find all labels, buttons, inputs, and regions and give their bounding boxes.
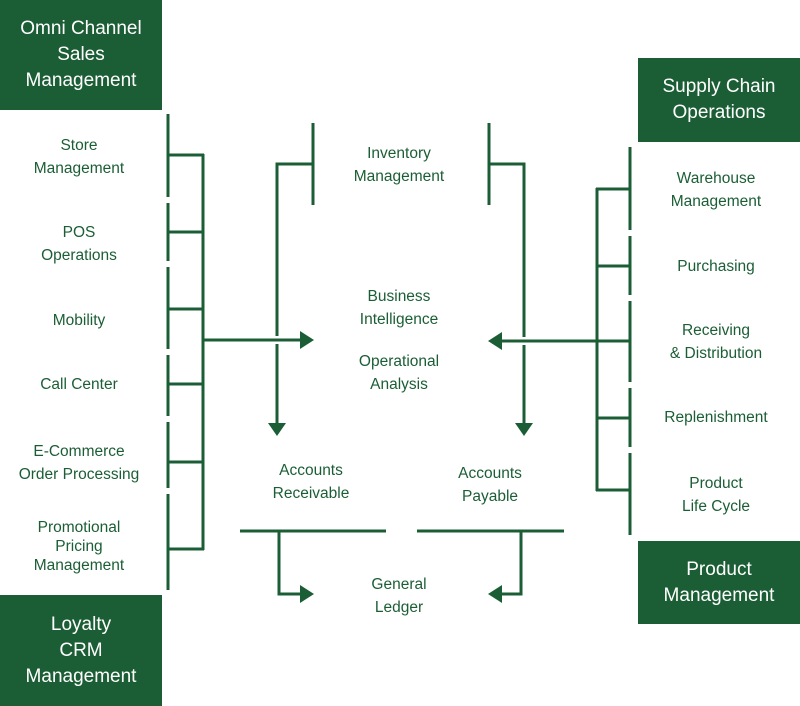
arrow-left-icon (488, 585, 502, 603)
accounts-receivable-label: Accounts Receivable (273, 459, 350, 505)
left-item-pos-operations: POS Operations (41, 221, 117, 267)
label-line: General (371, 576, 427, 593)
right-item-product-life-cycle: Product Life Cycle (682, 472, 750, 518)
accounts-payable-label: Accounts Payable (458, 462, 522, 508)
box-line: Operations (672, 102, 766, 123)
box-line: Product (686, 558, 752, 580)
label-line: Purchasing (677, 258, 755, 275)
label-line: Management (353, 168, 445, 185)
right-item-receiving-distribution: Receiving & Distribution (670, 319, 762, 365)
box-line: Supply Chain (662, 76, 776, 97)
general-ledger-label: General Ledger (371, 573, 426, 619)
label-line: Management (33, 557, 125, 574)
label-line: Accounts (458, 465, 522, 482)
label-line: Intelligence (359, 311, 439, 328)
box-line: Management (663, 584, 775, 606)
arrow-left-icon (488, 332, 502, 350)
ap-to-ledger-line (499, 531, 523, 596)
label-line: Order Processing (18, 466, 140, 483)
box-line: Loyalty (50, 613, 112, 635)
right-item-warehouse-management: Warehouse Management (671, 167, 761, 213)
left-item-mobility: Mobility (53, 309, 106, 332)
inventory-left-branch (275, 162, 313, 336)
box-line: Management (25, 665, 137, 687)
label-line: Receivable (272, 485, 350, 502)
left-item-ecommerce: E-Commerce Order Processing (19, 440, 140, 486)
label-line: Management (33, 160, 125, 177)
product-management-box: Product Management (638, 541, 800, 624)
inventory-right-branch (489, 162, 526, 337)
business-intelligence-label: Business Intelligence (360, 285, 438, 331)
label-line: Product (689, 475, 743, 492)
label-line: Replenishment (664, 409, 768, 426)
label-line: Operational (358, 353, 440, 370)
arrow-right-icon (300, 331, 314, 349)
label-line: Receiving (681, 322, 751, 339)
arrow-down-icon (515, 423, 533, 436)
label-line: Call Center (40, 376, 118, 393)
ar-to-ledger-line (277, 531, 302, 596)
label-line: Analysis (370, 376, 428, 393)
label-line: Promotional (37, 519, 121, 536)
operational-analysis-label: Operational Analysis (359, 350, 439, 396)
label-line: Life Cycle (681, 498, 751, 515)
loyalty-crm-box: Loyalty CRM Management (0, 595, 162, 706)
label-line: Store (60, 137, 98, 154)
label-line: POS (62, 224, 96, 241)
left-item-promotional-pricing: Promotional Pricing Management (34, 518, 124, 575)
arrow-right-icon (300, 585, 314, 603)
label-line: Payable (461, 488, 519, 505)
label-line: Operations (41, 247, 117, 264)
label-line: Accounts (279, 462, 343, 479)
label-line: Warehouse (676, 170, 756, 187)
left-item-store-management: Store Management (34, 134, 124, 180)
left-item-call-center: Call Center (40, 373, 118, 396)
box-line: Management (25, 70, 137, 91)
box-line: Omni Channel (20, 18, 142, 39)
box-line: Sales (57, 44, 105, 65)
label-line: Mobility (52, 312, 106, 329)
label-line: Inventory (367, 145, 431, 162)
right-item-purchasing: Purchasing (677, 255, 755, 278)
label-line: Business (367, 288, 431, 305)
label-line: & Distribution (669, 345, 763, 362)
label-line: Pricing (55, 538, 103, 555)
right-item-replenishment: Replenishment (664, 406, 767, 429)
box-line: CRM (59, 639, 103, 661)
label-line: E-Commerce (33, 443, 125, 460)
label-line: Ledger (374, 599, 424, 616)
inventory-management-label: Inventory Management (354, 142, 444, 188)
supply-chain-box: Supply Chain Operations (638, 58, 800, 142)
arrow-down-icon (268, 423, 286, 436)
omni-channel-box: Omni Channel Sales Management (0, 0, 162, 110)
label-line: Management (670, 193, 762, 210)
